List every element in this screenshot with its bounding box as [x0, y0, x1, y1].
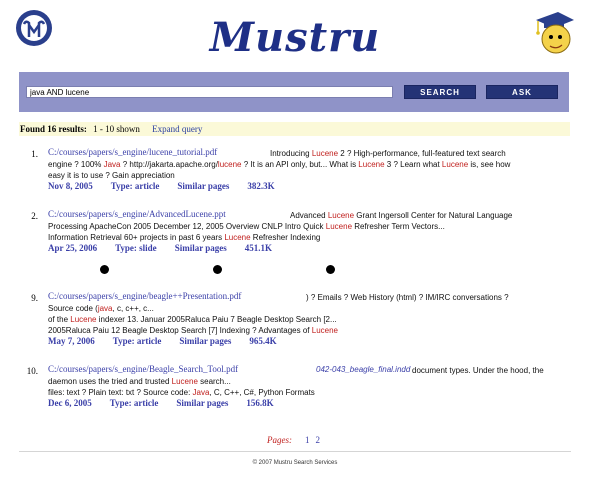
- result-snippet-line: of the Lucene indexer 13. Januar 2005Ral…: [48, 314, 337, 325]
- expand-query-link[interactable]: Expand query: [152, 124, 202, 134]
- snippet-text: ? It is an API only, but... What is: [241, 160, 359, 169]
- snippet-text: Source code (: [48, 304, 98, 313]
- ask-button[interactable]: ASK: [486, 85, 558, 99]
- result-snippet-line: ) ? Emails ? Web History (html) ? IM/IRC…: [306, 292, 509, 303]
- result-url-link[interactable]: C:/courses/papers/s_engine/lucene_tutori…: [48, 147, 217, 157]
- result-type: Type: slide: [115, 243, 157, 253]
- result-snippet-line: daemon uses the tried and trusted Lucene…: [48, 376, 231, 387]
- snippet-text: files: text ? Plain text: txt ? Source c…: [48, 388, 193, 397]
- snippet-text: Refresher Indexing: [250, 233, 321, 242]
- highlighted-term: Lucene: [311, 326, 338, 335]
- result-size: 156.8K: [246, 398, 274, 408]
- result-url-link[interactable]: C:/courses/papers/s_engine/Beagle_Search…: [48, 364, 238, 374]
- results-status: Found 16 results: 1 - 10 shown Expand qu…: [19, 122, 570, 136]
- snippet-text: Introducing: [270, 149, 312, 158]
- results-count: Found 16 results:: [20, 124, 87, 134]
- search-button[interactable]: SEARCH: [404, 85, 476, 99]
- brand-title: Mustru: [209, 14, 381, 61]
- highlighted-term: Lucene: [171, 377, 198, 386]
- page-link[interactable]: 1: [305, 435, 310, 445]
- result-meta: May 7, 2006 Type: article Similar pages 965…: [48, 336, 295, 346]
- highlighted-term: Lucene: [325, 222, 353, 231]
- highlighted-term: Java: [103, 160, 121, 169]
- result-date: Nov 8, 2005: [48, 181, 93, 191]
- similar-pages-link[interactable]: Similar pages: [177, 181, 229, 191]
- highlighted-term: Lucene: [441, 160, 469, 169]
- snippet-text: 3 ? Learn what: [384, 160, 442, 169]
- result-number: 1.: [31, 149, 38, 159]
- result-snippet-line: Source code (java, c, c++, c...: [48, 303, 154, 314]
- result-snippet-line: files: text ? Plain text: txt ? Source c…: [48, 387, 315, 398]
- result-snippet-line: Information Retrieval 60+ projects in pa…: [48, 232, 320, 243]
- result-snippet-line: engine ? 100% Java ? http://jakarta.apac…: [48, 159, 510, 170]
- result-url-link[interactable]: C:/courses/papers/s_engine/AdvancedLucen…: [48, 209, 226, 219]
- snippet-text: Processing ApacheCon 2005 December 12, 2…: [48, 222, 326, 231]
- result-snippet-line: 2005Raluca Paiu 12 Beagle Desktop Search…: [48, 325, 338, 336]
- highlighted-term: Lucene: [70, 315, 97, 324]
- result-snippet-line: Processing ApacheCon 2005 December 12, 2…: [48, 221, 445, 232]
- results-range: 1 - 10 shown: [93, 124, 140, 134]
- footer-divider: [19, 451, 571, 452]
- omitted-results-dot: [100, 265, 109, 274]
- copyright-footer: © 2007 Mustru Search Services: [252, 460, 338, 466]
- snippet-text: 2005Raluca Paiu 12 Beagle Desktop Search…: [48, 326, 312, 335]
- result-type: Type: article: [112, 336, 162, 346]
- result-size: 382.3K: [247, 181, 275, 191]
- result-meta: Dec 6, 2005 Type: article Similar pages 156…: [48, 398, 292, 408]
- snippet-text: daemon uses the tried and trusted: [48, 377, 172, 386]
- similar-pages-link[interactable]: Similar pages: [179, 336, 231, 346]
- highlighted-term: Lucene: [327, 211, 355, 220]
- result-date: Apr 25, 2006: [48, 243, 98, 253]
- result-snippet-line: Introducing Lucene 2 ? High-performance,…: [270, 148, 506, 159]
- result-meta: Nov 8, 2005 Type: article Similar pages 382…: [48, 181, 293, 191]
- snippet-text: ) ? Emails ? Web History (html) ? IM/IRC…: [306, 293, 509, 302]
- result-snippet-line: easy it is to use ? Gain appreciation: [48, 170, 175, 181]
- omitted-results-dot: [213, 265, 222, 274]
- omitted-results-dot: [326, 265, 335, 274]
- result-date: May 7, 2006: [48, 336, 95, 346]
- highlighted-term: Lucene: [311, 149, 339, 158]
- result-type: Type: article: [110, 181, 160, 191]
- embedded-file-link[interactable]: 042-043_beagle_final.indd: [316, 365, 410, 374]
- snippet-text: Refresher Term Vectors...: [352, 222, 445, 231]
- result-number: 9.: [31, 293, 38, 303]
- result-type: Type: article: [109, 398, 159, 408]
- result-snippet-line: Advanced Lucene Grant Ingersoll Center f…: [290, 210, 512, 221]
- pages-label: Pages:: [267, 435, 292, 445]
- snippet-text: , C, C++, C#, Python Formats: [209, 388, 315, 397]
- highlighted-term: Java: [192, 388, 210, 397]
- snippet-text: Advanced: [290, 211, 328, 220]
- snippet-text: search...: [197, 377, 231, 386]
- snippet-text: ? http://jakarta.apache.org/: [120, 160, 218, 169]
- pagination: Pages: 1 2: [0, 435, 590, 445]
- snippet-text: is, see how: [468, 160, 511, 169]
- result-size: 451.1K: [244, 243, 273, 253]
- snippet-text: Information Retrieval 60+ projects in pa…: [48, 233, 225, 242]
- highlighted-term: Lucene: [224, 233, 251, 242]
- result-size: 965.4K: [249, 336, 277, 346]
- similar-pages-link[interactable]: Similar pages: [175, 243, 227, 253]
- snippet-text: Grant Ingersoll Center for Natural Langu…: [354, 211, 513, 220]
- snippet-text: indexer 13. Januar 2005Raluca Paiu 7 Bea…: [96, 315, 337, 324]
- page-link[interactable]: 2: [316, 435, 321, 445]
- highlighted-term: Lucene: [358, 160, 385, 169]
- result-date: Dec 6, 2005: [48, 398, 92, 408]
- snippet-text: of the: [48, 315, 71, 324]
- mascot-icon: [528, 8, 578, 58]
- snippet-text: , c, c++, c...: [112, 304, 154, 313]
- result-number: 10.: [26, 366, 38, 376]
- similar-pages-link[interactable]: Similar pages: [176, 398, 228, 408]
- result-url-link[interactable]: C:/courses/papers/s_engine/beagle++Prese…: [48, 291, 241, 301]
- snippet-text: easy it is to use ? Gain appreciation: [48, 171, 175, 180]
- highlighted-term: java: [97, 304, 113, 313]
- result-snippet-line: document types. Under the hood, the: [412, 365, 544, 376]
- highlighted-term: lucene: [217, 160, 242, 169]
- search-input[interactable]: [26, 86, 393, 98]
- snippet-text: 2 ? High-performance, full-featured text…: [338, 149, 506, 158]
- result-number: 2.: [31, 211, 38, 221]
- result-meta: Apr 25, 2006 Type: slide Similar pages 451.…: [48, 243, 290, 253]
- snippet-text: document types. Under the hood, the: [412, 366, 544, 375]
- snippet-text: engine ? 100%: [48, 160, 104, 169]
